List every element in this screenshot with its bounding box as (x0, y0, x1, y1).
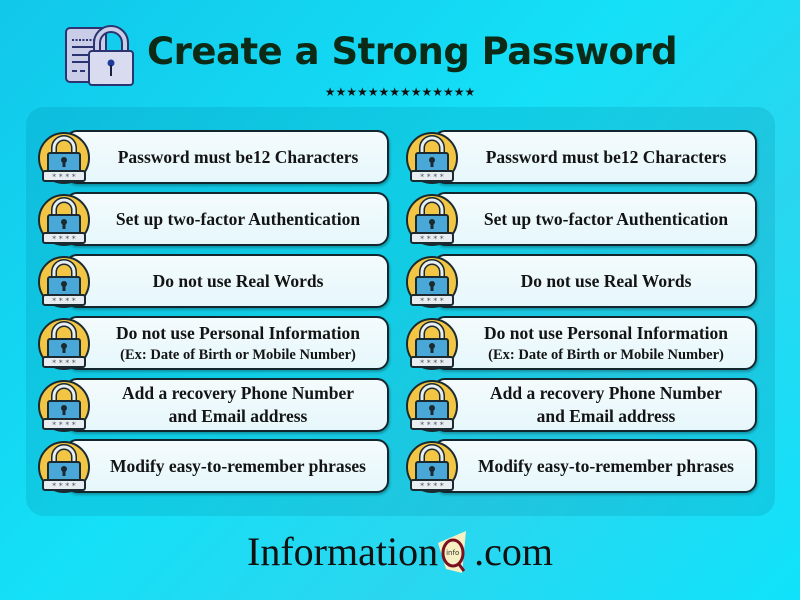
svg-text:* * * *: * * * * (52, 173, 76, 182)
tip-text: Do not use Personal Information (Ex: Date… (94, 322, 360, 365)
svg-text:* * * *: * * * * (420, 359, 444, 368)
tip-title: Modify easy-to-remember phrases (110, 455, 366, 476)
tip-subtitle: and Email address (168, 406, 308, 426)
tip-text: Password must be12 Characters (464, 146, 727, 169)
star-rating-divider: ★★★★★★★★★★★★★★ (324, 85, 476, 99)
padlock-password-icon: * * * * (37, 315, 95, 373)
tip-title: Modify easy-to-remember phrases (478, 455, 734, 476)
tip-text: Add a recovery Phone Number and Email add… (468, 382, 722, 428)
svg-text:* * * *: * * * * (52, 482, 76, 491)
tip-card: Do not use Personal Information (Ex: Date… (65, 316, 389, 370)
brand-q-mark: info (438, 531, 474, 575)
tip-title: Set up two-factor Authentication (115, 208, 361, 229)
tip-card: Password must be12 Characters (65, 130, 389, 184)
tip-card: Password must be12 Characters (433, 130, 757, 184)
tip-card: Set up two-factor Authentication (65, 192, 389, 246)
tip-title: Do not use Personal Information (483, 322, 729, 343)
tip-card: Set up two-factor Authentication (433, 192, 757, 246)
svg-text:* * * *: * * * * (420, 482, 444, 491)
padlock-password-icon: * * * * (405, 438, 463, 496)
tip-subtitle: (Ex: Date of Birth or Mobile Number) (120, 346, 356, 363)
tip-card: Do not use Real Words (65, 254, 389, 308)
padlock-password-icon: * * * * (405, 129, 463, 187)
tip-text: Modify easy-to-remember phrases (88, 455, 366, 478)
tip-text: Modify easy-to-remember phrases (456, 455, 734, 478)
tip-text: Do not use Personal Information (Ex: Date… (462, 322, 728, 365)
tip-title: Do not use Real Words (520, 270, 692, 291)
padlock-password-icon: * * * * (405, 253, 463, 311)
tip-title: Set up two-factor Authentication (483, 208, 729, 229)
brand-badge-text: info (446, 549, 460, 557)
tip-subtitle: (Ex: Date of Birth or Mobile Number) (488, 346, 724, 363)
tip-card: Modify easy-to-remember phrases (433, 439, 757, 493)
tip-text: Add a recovery Phone Number and Email add… (100, 382, 354, 428)
brand-suffix: .com (474, 529, 553, 574)
tip-card: Do not use Personal Information (Ex: Date… (433, 316, 757, 370)
svg-text:* * * *: * * * * (420, 235, 444, 244)
tip-card: Add a recovery Phone Number and Email add… (65, 378, 389, 432)
svg-text:* * * *: * * * * (52, 297, 76, 306)
svg-text:* * * *: * * * * (420, 173, 444, 182)
padlock-password-icon: * * * * (405, 315, 463, 373)
padlock-password-icon: * * * * (37, 377, 95, 435)
tip-text: Do not use Real Words (499, 270, 692, 293)
brand-logo[interactable]: Information info .com (247, 528, 553, 575)
svg-text:* * * *: * * * * (52, 235, 76, 244)
tip-card: Add a recovery Phone Number and Email add… (433, 378, 757, 432)
padlock-password-icon: * * * * (37, 438, 95, 496)
tip-title: Password must be12 Characters (485, 146, 727, 167)
padlock-password-icon: * * * * (405, 377, 463, 435)
svg-text:* * * *: * * * * (52, 421, 76, 430)
tip-subtitle: and Email address (536, 406, 676, 426)
padlock-password-icon: * * * * (405, 191, 463, 249)
tip-title: Password must be12 Characters (117, 146, 359, 167)
page-title: Create a Strong Password (147, 30, 678, 73)
tip-text: Password must be12 Characters (96, 146, 359, 169)
footer-brand: Information info .com (0, 528, 800, 575)
tip-title: Do not use Personal Information (115, 322, 361, 343)
tip-title: Do not use Real Words (152, 270, 324, 291)
svg-text:* * * *: * * * * (420, 297, 444, 306)
tip-card: Modify easy-to-remember phrases (65, 439, 389, 493)
padlock-password-icon: * * * * (37, 253, 95, 311)
tip-title: Add a recovery Phone Number (121, 383, 354, 403)
tip-card: Do not use Real Words (433, 254, 757, 308)
brand-prefix: Information (247, 529, 439, 574)
svg-text:* * * *: * * * * (52, 359, 76, 368)
tip-text: Set up two-factor Authentication (462, 208, 728, 231)
padlock-password-icon: * * * * (37, 191, 95, 249)
document-padlock-icon (65, 25, 134, 86)
svg-text:* * * *: * * * * (420, 421, 444, 430)
tip-title: Add a recovery Phone Number (489, 383, 722, 403)
padlock-password-icon: * * * * (37, 129, 95, 187)
tip-text: Do not use Real Words (131, 270, 324, 293)
tip-text: Set up two-factor Authentication (94, 208, 360, 231)
